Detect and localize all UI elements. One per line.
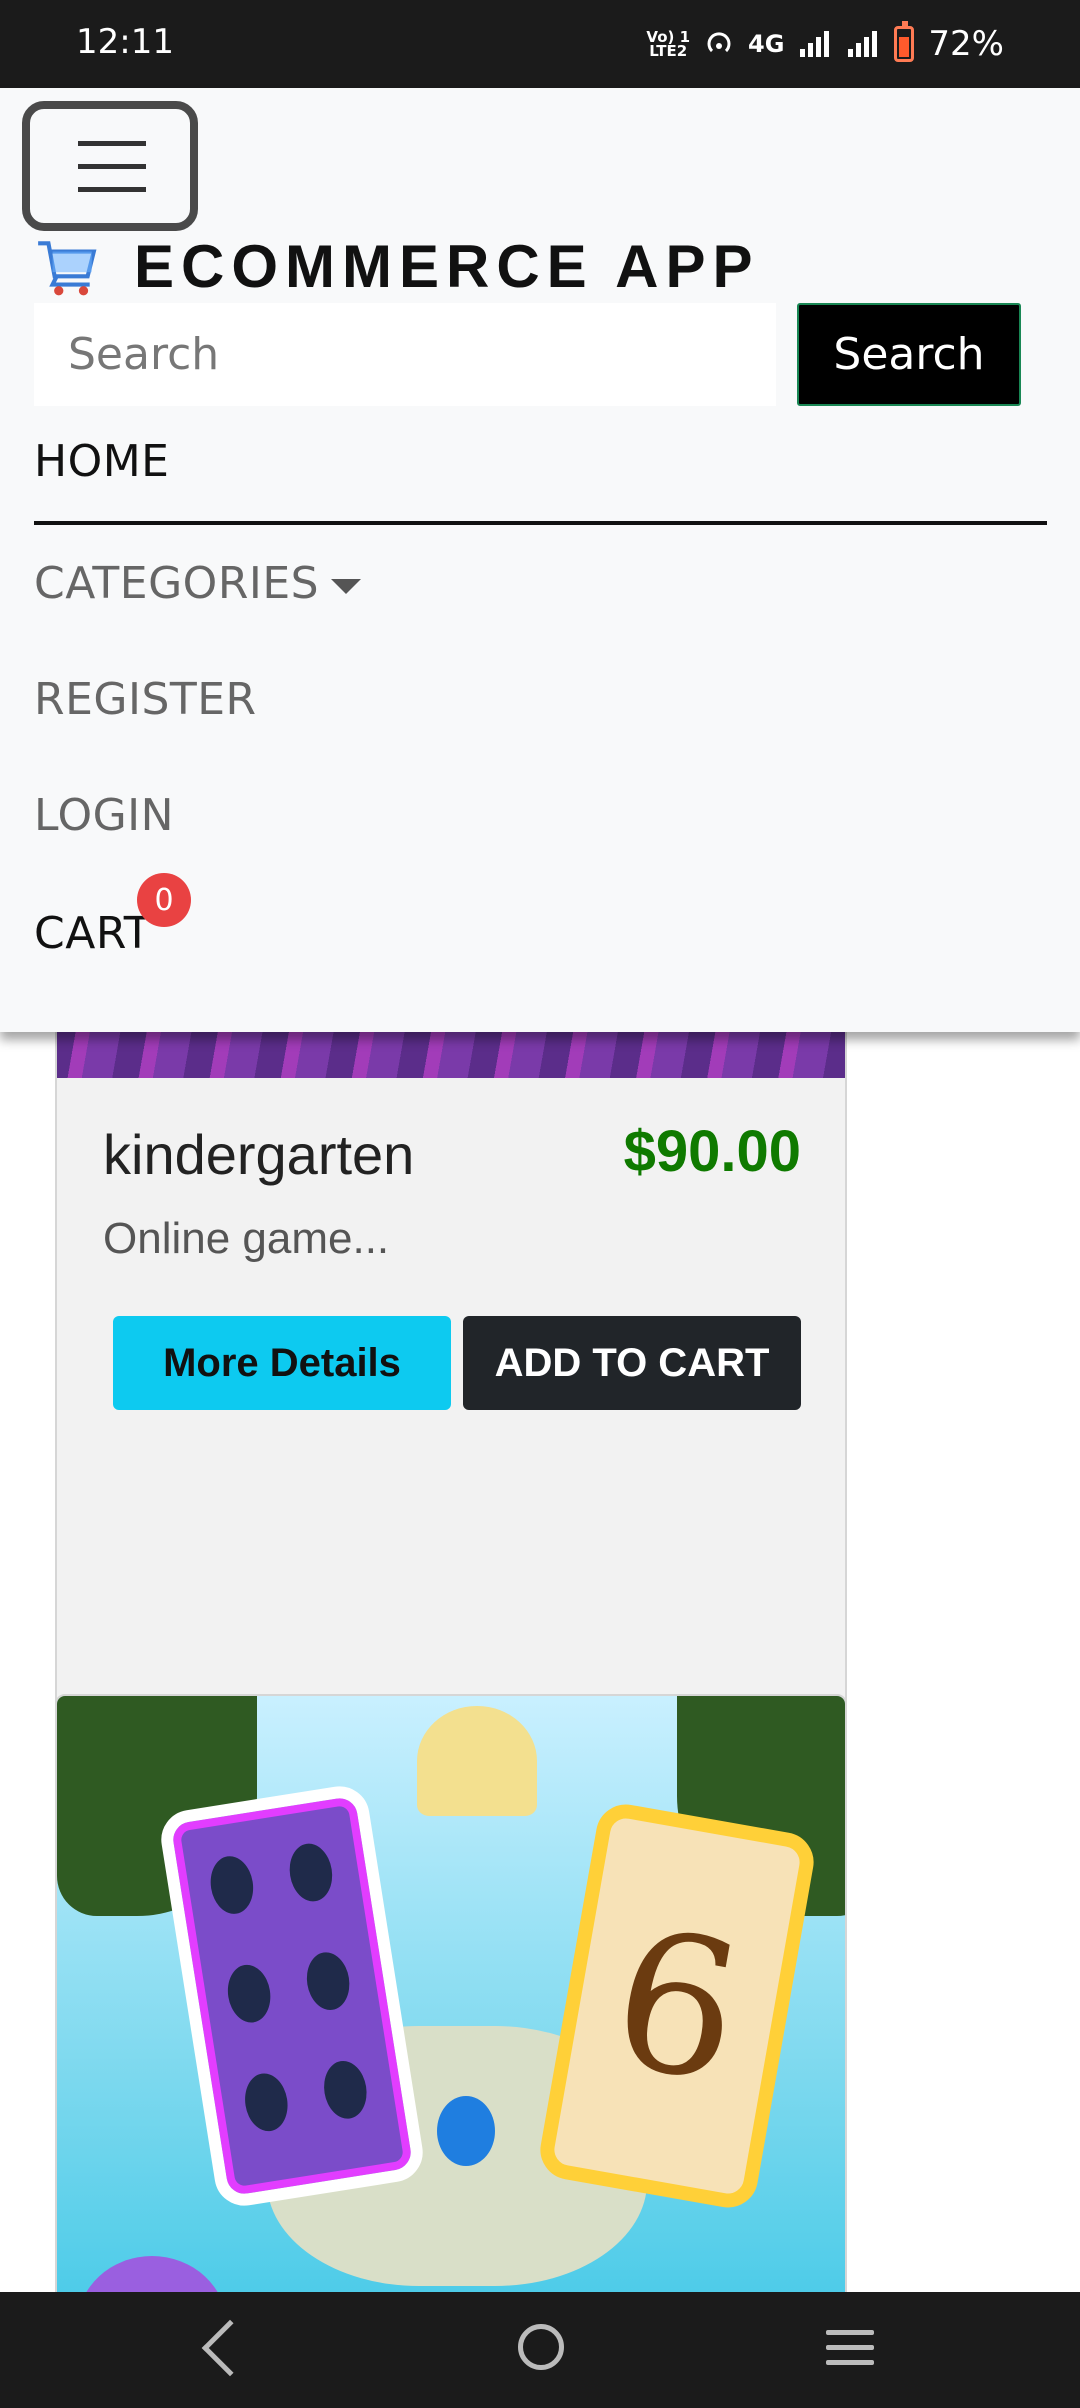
- product-description: Online game...: [103, 1214, 390, 1263]
- system-navigation-bar: [0, 2292, 1080, 2408]
- signal-icon-2: [848, 31, 878, 57]
- nav-login[interactable]: LOGIN: [34, 790, 174, 841]
- nav-cart[interactable]: CART: [34, 908, 151, 959]
- nav-home[interactable]: HOME: [34, 436, 169, 487]
- app-screen: 12:11 Vo) 1 LTE2 4G 72% kindergarten $90…: [0, 0, 1080, 2408]
- search-button[interactable]: Search: [797, 303, 1021, 406]
- active-nav-underline: [34, 521, 1047, 525]
- navbar-menu: ECOMMERCE APP Search HOME CATEGORIES REG…: [0, 88, 1080, 1032]
- hamburger-icon-line: [78, 187, 146, 192]
- recent-apps-icon[interactable]: [826, 2328, 874, 2368]
- more-details-button[interactable]: More Details: [113, 1316, 451, 1410]
- nav-register[interactable]: REGISTER: [34, 674, 257, 725]
- number-card-image: 6: [535, 1799, 819, 2213]
- brand-link[interactable]: ECOMMERCE APP: [34, 226, 760, 306]
- battery-icon: [894, 21, 915, 62]
- caret-down-icon: [331, 578, 362, 594]
- volte-bottom-label: LTE2: [649, 42, 688, 60]
- add-to-cart-button[interactable]: ADD TO CART: [463, 1316, 801, 1410]
- home-circle-icon[interactable]: [518, 2324, 564, 2370]
- nav-categories-dropdown[interactable]: CATEGORIES: [34, 558, 362, 609]
- signal-icon: [800, 31, 830, 57]
- dice-card-image: [157, 1782, 427, 2210]
- product-image[interactable]: 6: [57, 1696, 845, 2292]
- product-price: $90.00: [623, 1119, 801, 1184]
- volte-indicator: Vo) 1 LTE2: [646, 30, 690, 60]
- search-input[interactable]: [34, 303, 776, 406]
- status-bar: 12:11 Vo) 1 LTE2 4G 72%: [0, 0, 1080, 88]
- nav-categories-label: CATEGORIES: [34, 558, 320, 609]
- mobile-data-label: 4G: [748, 30, 785, 58]
- cart-count-badge: 0: [137, 873, 191, 927]
- status-icons: Vo) 1 LTE2 4G 72%: [646, 20, 1004, 68]
- brand-title: ECOMMERCE APP: [134, 232, 760, 300]
- status-time: 12:11: [76, 22, 174, 62]
- product-card-body: kindergarten $90.00 Online game... More …: [57, 1078, 845, 1736]
- back-icon[interactable]: [201, 2319, 259, 2377]
- battery-percent: 72%: [928, 24, 1004, 64]
- product-card: 6: [55, 1694, 847, 2292]
- menu-toggle-button[interactable]: [22, 101, 198, 231]
- hamburger-icon: [78, 141, 146, 146]
- hotspot-icon: [707, 32, 731, 53]
- scene-character: [417, 1706, 537, 1816]
- hamburger-icon-line: [78, 164, 146, 169]
- scene-monster: [77, 2256, 227, 2292]
- shopping-cart-icon: [38, 241, 97, 296]
- scene-ball: [437, 2096, 495, 2166]
- product-name: kindergarten: [103, 1123, 415, 1186]
